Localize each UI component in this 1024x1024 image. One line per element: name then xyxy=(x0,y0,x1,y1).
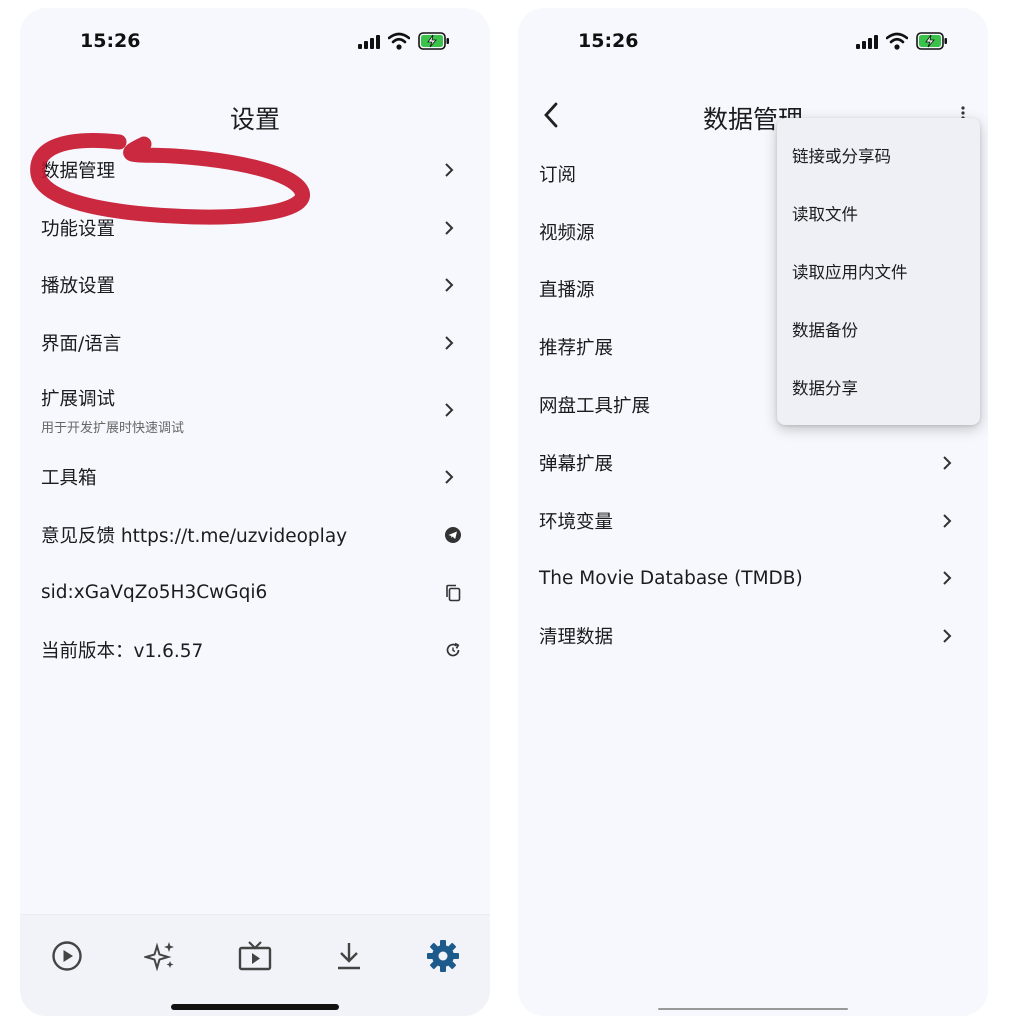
download-icon[interactable] xyxy=(332,939,366,973)
row-label: 环境变量 xyxy=(539,511,614,533)
settings-row-feature-settings[interactable]: 功能设置 xyxy=(20,199,490,257)
home-indicator xyxy=(658,1008,848,1010)
row-label: 功能设置 xyxy=(41,218,116,240)
row-text: 扩展调试 用于开发扩展时快速调试 xyxy=(41,385,184,436)
settings-row-sid[interactable]: sid:xGaVqZo5H3CwGqi6 xyxy=(20,564,490,622)
settings-row-toolbox[interactable]: 工具箱 xyxy=(20,448,490,506)
chevron-right-icon xyxy=(445,220,454,235)
status-time: 15:26 xyxy=(80,30,141,52)
chevron-right-icon xyxy=(445,403,454,417)
data-management-screen: 15:26 数据管理 订阅 视频源 直播源 推荐扩展 网盘工具扩展 弹幕扩展 环… xyxy=(518,8,988,1016)
data-row-clear-data[interactable]: 清理数据 xyxy=(518,607,988,665)
settings-screen: 15:26 设置 数据管理 功能设置 播放设置 界面/语言 扩展调试 用于开发扩… xyxy=(20,8,490,1016)
row-label: 网盘工具扩展 xyxy=(539,396,651,418)
settings-row-interface-language[interactable]: 界面/语言 xyxy=(20,314,490,372)
bottom-navigation xyxy=(20,914,490,1016)
row-label: 当前版本：v1.6.57 xyxy=(41,641,204,663)
row-label: 数据管理 xyxy=(41,160,116,182)
chevron-right-icon xyxy=(445,336,454,350)
menu-item-link-or-share-code[interactable]: 链接或分享码 xyxy=(777,126,980,184)
row-label: 订阅 xyxy=(539,164,577,186)
chevron-right-icon xyxy=(445,278,454,293)
page-title: 设置 xyxy=(229,105,280,134)
status-bar: 15:26 xyxy=(518,8,988,72)
sparkle-icon[interactable] xyxy=(144,939,178,973)
refresh-icon[interactable] xyxy=(444,641,462,659)
wifi-icon xyxy=(388,32,410,50)
status-bar: 15:26 xyxy=(20,8,490,72)
chevron-right-icon xyxy=(943,571,952,586)
data-row-danmaku-extension[interactable]: 弹幕扩展 xyxy=(518,434,988,492)
cellular-signal-icon xyxy=(856,35,878,49)
row-subtitle: 用于开发扩展时快速调试 xyxy=(41,420,185,436)
status-time: 15:26 xyxy=(578,30,639,52)
copy-icon[interactable] xyxy=(444,584,462,602)
telegram-icon[interactable] xyxy=(444,526,462,544)
chevron-right-icon xyxy=(943,513,952,528)
chevron-right-icon xyxy=(445,470,454,484)
row-label: 视频源 xyxy=(539,222,595,244)
row-label: 界面/语言 xyxy=(41,334,122,356)
chevron-right-icon xyxy=(943,629,952,643)
row-label: 清理数据 xyxy=(539,627,614,649)
row-label: 扩展调试 xyxy=(41,388,116,410)
overflow-menu: 链接或分享码 读取文件 读取应用内文件 数据备份 数据分享 xyxy=(777,118,980,425)
settings-row-feedback[interactable]: 意见反馈 https://t.me/uzvideoplay xyxy=(20,506,490,564)
row-label: 推荐扩展 xyxy=(539,338,614,360)
row-label: The Movie Database (TMDB) xyxy=(539,567,803,589)
menu-item-data-backup[interactable]: 数据备份 xyxy=(777,300,980,358)
row-label: 弹幕扩展 xyxy=(539,453,614,475)
battery-charging-icon xyxy=(916,32,947,50)
tv-icon[interactable] xyxy=(238,939,272,973)
chevron-right-icon xyxy=(943,456,952,470)
data-row-env-variables[interactable]: 环境变量 xyxy=(518,492,988,550)
settings-row-extension-debug[interactable]: 扩展调试 用于开发扩展时快速调试 xyxy=(20,372,490,448)
menu-item-read-file[interactable]: 读取文件 xyxy=(777,184,980,242)
battery-charging-icon xyxy=(418,32,449,50)
play-circle-icon[interactable] xyxy=(50,939,84,973)
settings-row-playback-settings[interactable]: 播放设置 xyxy=(20,257,490,315)
menu-item-read-app-file[interactable]: 读取应用内文件 xyxy=(777,242,980,300)
settings-list: 数据管理 功能设置 播放设置 界面/语言 扩展调试 用于开发扩展时快速调试 工具… xyxy=(20,141,490,679)
menu-item-data-share[interactable]: 数据分享 xyxy=(777,358,980,416)
row-label: sid:xGaVqZo5H3CwGqi6 xyxy=(41,582,268,604)
row-label: 播放设置 xyxy=(41,276,116,298)
home-indicator xyxy=(171,1004,339,1010)
row-label: 工具箱 xyxy=(41,468,97,490)
row-label: 意见反馈 https://t.me/uzvideoplay xyxy=(41,525,348,547)
cellular-signal-icon xyxy=(358,35,380,49)
wifi-icon xyxy=(886,32,908,50)
row-label: 直播源 xyxy=(539,280,595,302)
chevron-right-icon xyxy=(445,163,454,177)
settings-row-version[interactable]: 当前版本：v1.6.57 xyxy=(20,622,490,680)
data-row-tmdb[interactable]: The Movie Database (TMDB) xyxy=(518,550,988,608)
gear-icon[interactable] xyxy=(426,939,460,973)
settings-row-data-management[interactable]: 数据管理 xyxy=(20,141,490,199)
